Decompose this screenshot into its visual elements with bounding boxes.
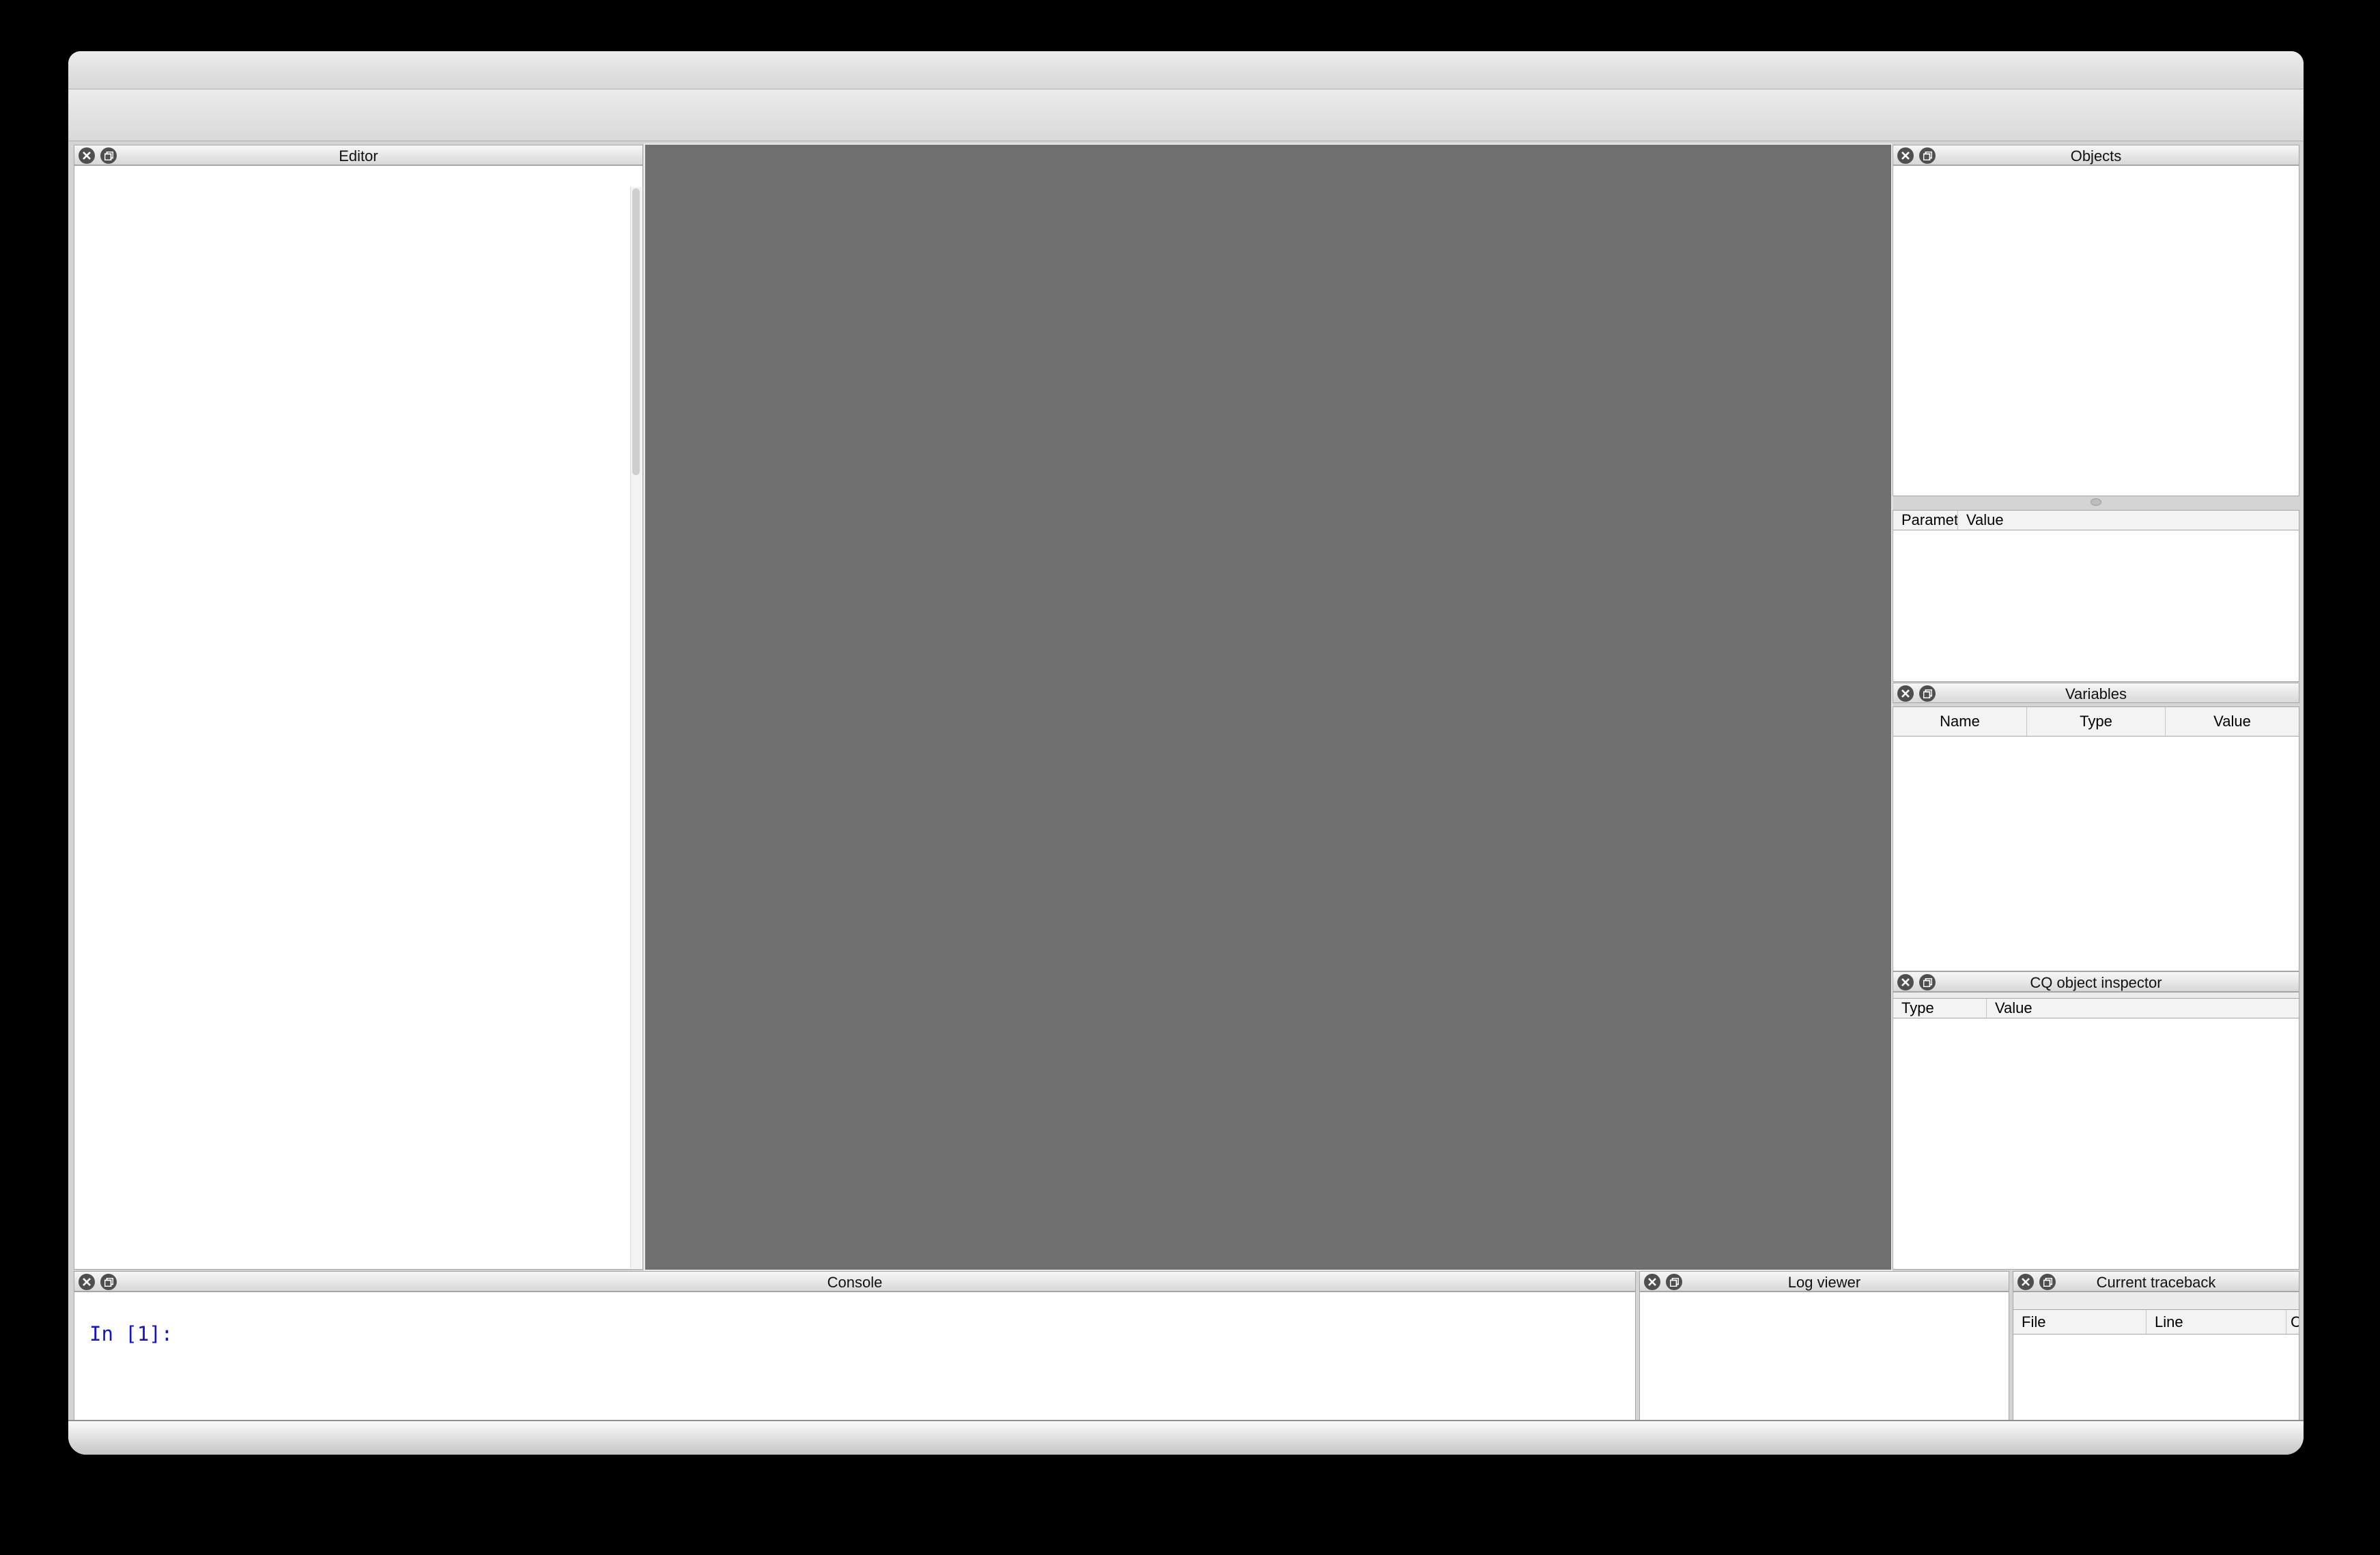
console[interactable]: In [1]: — [74, 1292, 1636, 1421]
column-header[interactable]: Value — [1987, 999, 2299, 1018]
parameter-table-header: Parameter Value — [1893, 510, 2299, 530]
variables-table[interactable] — [1893, 737, 2299, 971]
column-header[interactable]: Value — [1958, 511, 2299, 530]
console-prompt: In [1]: — [89, 1322, 173, 1345]
inspector-table[interactable] — [1893, 1018, 2299, 1270]
log-titlebar: Log viewer — [1639, 1271, 2009, 1292]
code-editor[interactable] — [74, 165, 643, 1270]
inspector-title: CQ object inspector — [1893, 974, 2299, 992]
3d-viewport[interactable] — [645, 145, 1891, 1270]
objects-tree[interactable] — [1893, 165, 2299, 496]
editor-titlebar: Editor — [74, 145, 643, 165]
log-viewer-dock: Log viewer — [1639, 1271, 2009, 1421]
3d-scene — [645, 145, 1891, 1270]
column-header[interactable]: Line — [2147, 1310, 2286, 1334]
traceback-titlebar: Current traceback — [2013, 1271, 2299, 1292]
variables-title: Variables — [1893, 685, 2299, 703]
editor-title: Editor — [74, 147, 642, 165]
column-header[interactable]: Type — [2027, 707, 2166, 736]
objects-titlebar: Objects — [1893, 145, 2299, 165]
zoom-window-button[interactable] — [153, 70, 171, 88]
screen: { "window": {"traffic_lights": {"close":… — [0, 0, 2380, 1555]
log-viewer[interactable] — [1639, 1292, 2009, 1421]
traceback-table[interactable] — [2013, 1335, 2299, 1421]
editor-dock: Editor — [74, 145, 643, 1270]
objects-title: Objects — [1893, 147, 2299, 165]
editor-scrollbar[interactable] — [630, 187, 642, 1268]
right-dock: Objects Parameter Value Variables Name T… — [1893, 145, 2299, 1270]
splitter-handle[interactable] — [1893, 496, 2299, 507]
column-header[interactable]: File — [2013, 1310, 2147, 1334]
variables-titlebar: Variables — [1893, 683, 2299, 703]
window-titlebar[interactable] — [68, 51, 2304, 89]
traceback-table-header: File Line Code — [2013, 1309, 2299, 1335]
main-toolbar — [68, 89, 2304, 141]
column-header[interactable]: Parameter — [1893, 511, 1958, 530]
parameter-table[interactable] — [1893, 530, 2299, 682]
app-window: Editor Objects Parameter Value Variabl — [68, 51, 2304, 1455]
minimize-window-button[interactable] — [120, 70, 138, 88]
column-header[interactable]: Type — [1893, 999, 1987, 1018]
console-title: Console — [74, 1274, 1635, 1292]
traceback-title: Current traceback — [2013, 1274, 2299, 1292]
inspector-table-header: Type Value — [1893, 998, 2299, 1018]
column-header[interactable]: Value — [2166, 707, 2299, 736]
log-viewer-title: Log viewer — [1640, 1274, 2009, 1292]
console-dock: Console In [1]: — [74, 1271, 1636, 1421]
variables-table-header: Name Type Value — [1893, 707, 2299, 737]
console-titlebar: Console — [74, 1271, 1636, 1292]
close-window-button[interactable] — [87, 70, 105, 88]
column-header[interactable]: Name — [1893, 707, 2027, 736]
column-header[interactable]: Code — [2286, 1310, 2299, 1334]
inspector-titlebar: CQ object inspector — [1893, 971, 2299, 992]
status-bar — [68, 1420, 2304, 1455]
traceback-dock: Current traceback File Line Code — [2013, 1271, 2299, 1421]
